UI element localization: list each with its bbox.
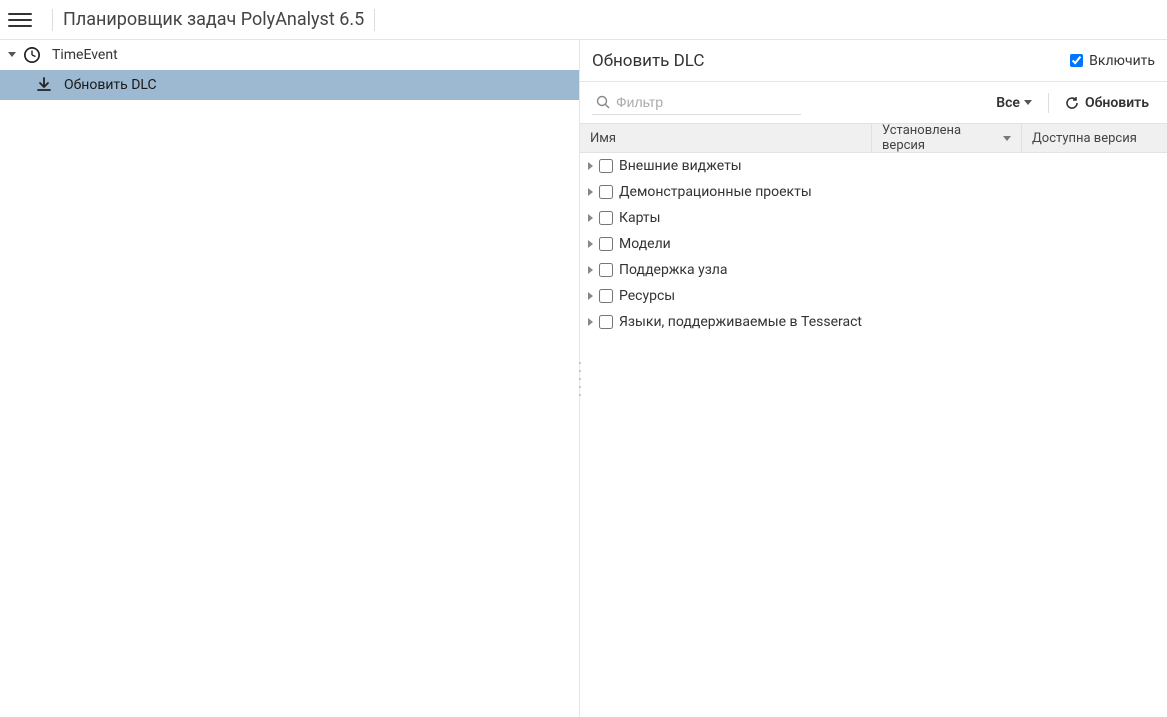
splitter-handle[interactable] <box>576 359 584 399</box>
table-row[interactable]: Внешние виджеты <box>580 153 1167 179</box>
app-title: Планировщик задач PolyAnalyst 6.5 <box>63 9 364 30</box>
refresh-icon <box>1065 96 1079 110</box>
row-checkbox[interactable] <box>599 159 613 173</box>
table-row[interactable]: Поддержка узла <box>580 257 1167 283</box>
filter-input[interactable] <box>616 94 797 110</box>
divider <box>52 9 53 31</box>
table-row[interactable]: Карты <box>580 205 1167 231</box>
all-label: Все <box>996 95 1020 111</box>
row-name-label: Внешние виджеты <box>619 158 742 174</box>
chevron-down-icon <box>1024 100 1032 105</box>
tree-item-label: TimeEvent <box>52 47 118 63</box>
app-header: Планировщик задач PolyAnalyst 6.5 <box>0 0 1167 40</box>
refresh-button[interactable]: Обновить <box>1059 91 1155 115</box>
column-header-name[interactable]: Имя <box>580 124 872 152</box>
column-header-available[interactable]: Доступна версия <box>1022 124 1167 152</box>
tree-item-timeevent[interactable]: TimeEvent <box>0 40 579 70</box>
panel-title: Обновить DLC <box>592 51 704 71</box>
expand-icon[interactable] <box>588 162 593 170</box>
expand-icon[interactable] <box>588 188 593 196</box>
divider <box>374 9 375 31</box>
tree-panel: TimeEvent Обновить DLC <box>0 40 580 717</box>
clock-icon <box>22 45 42 65</box>
all-dropdown[interactable]: Все <box>990 91 1038 115</box>
tree-collapse-icon[interactable] <box>6 50 18 61</box>
row-checkbox[interactable] <box>599 237 613 251</box>
expand-icon[interactable] <box>588 240 593 248</box>
table-row[interactable]: Ресурсы <box>580 283 1167 309</box>
search-icon <box>596 95 610 109</box>
divider <box>1048 93 1049 113</box>
row-name-label: Ресурсы <box>619 288 675 304</box>
enable-checkbox[interactable] <box>1070 54 1083 67</box>
table-body: Внешние виджеты Демонстрационные проекты К… <box>580 153 1167 335</box>
details-panel: Обновить DLC Включить Все <box>580 40 1167 717</box>
row-name-label: Поддержка узла <box>619 262 728 278</box>
row-checkbox[interactable] <box>599 211 613 225</box>
table-row[interactable]: Модели <box>580 231 1167 257</box>
row-name-label: Карты <box>619 210 661 226</box>
column-header-installed[interactable]: Установлена версия <box>872 124 1022 152</box>
refresh-label: Обновить <box>1085 95 1149 111</box>
hamburger-menu-icon[interactable] <box>8 8 32 32</box>
tree-item-label: Обновить DLC <box>64 77 157 93</box>
enable-label: Включить <box>1089 53 1155 69</box>
download-icon <box>34 75 54 95</box>
expand-icon[interactable] <box>588 318 593 326</box>
table-header: Имя Установлена версия Доступна версия <box>580 123 1167 153</box>
row-checkbox[interactable] <box>599 185 613 199</box>
expand-icon[interactable] <box>588 214 593 222</box>
row-name-label: Модели <box>619 236 671 252</box>
tree-item-update-dlc[interactable]: Обновить DLC <box>0 70 579 100</box>
row-name-label: Демонстрационные проекты <box>619 184 812 200</box>
row-checkbox[interactable] <box>599 289 613 303</box>
enable-checkbox-wrap[interactable]: Включить <box>1070 53 1155 69</box>
row-name-label: Языки, поддерживаемые в Tesseract <box>619 314 862 330</box>
row-checkbox[interactable] <box>599 315 613 329</box>
table-row[interactable]: Демонстрационные проекты <box>580 179 1167 205</box>
expand-icon[interactable] <box>588 266 593 274</box>
table-row[interactable]: Языки, поддерживаемые в Tesseract <box>580 309 1167 335</box>
row-checkbox[interactable] <box>599 263 613 277</box>
sort-desc-icon <box>1003 136 1011 141</box>
filter-input-wrap[interactable] <box>592 90 801 115</box>
expand-icon[interactable] <box>588 292 593 300</box>
